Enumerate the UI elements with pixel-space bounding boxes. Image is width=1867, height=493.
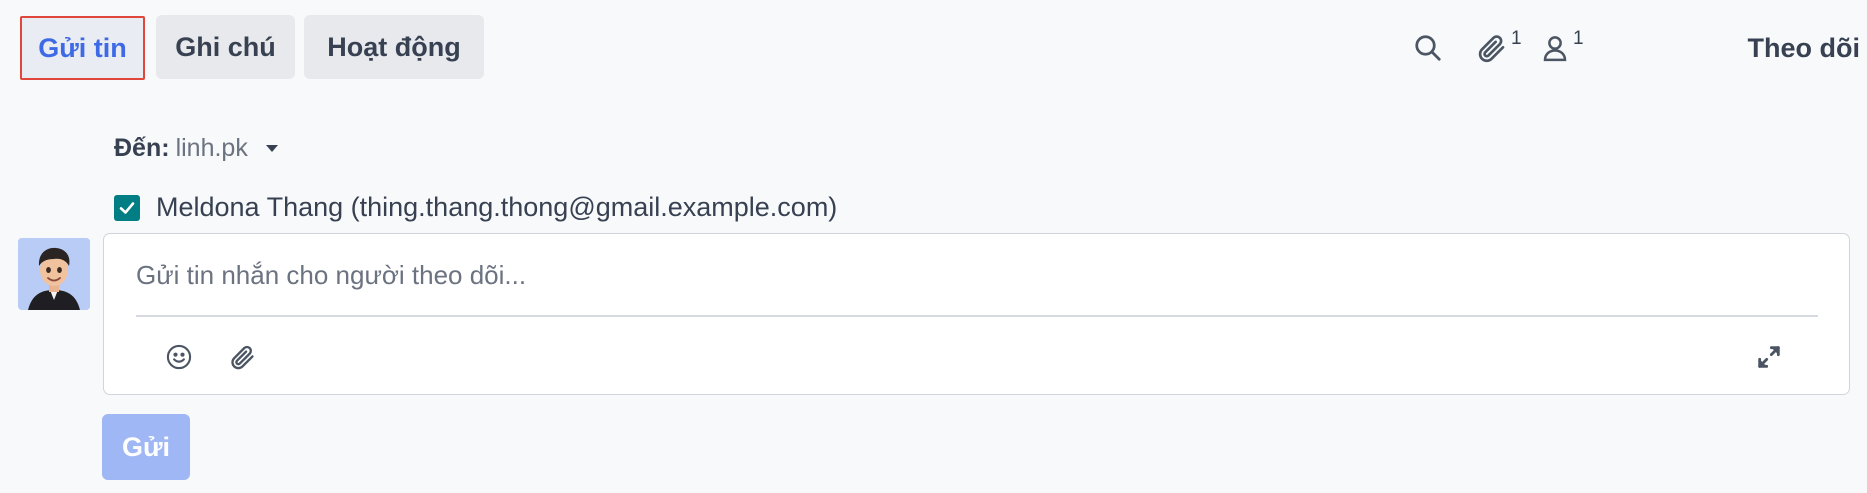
followers-count: 1 (1573, 28, 1584, 49)
checkmark-icon (119, 201, 135, 214)
recipient-checkbox[interactable] (114, 194, 140, 221)
to-label: Đến: (114, 134, 170, 162)
smile-icon[interactable] (162, 340, 196, 374)
paperclip-icon[interactable] (1473, 30, 1509, 66)
expand-icon[interactable] (1752, 340, 1786, 374)
paperclip-icon[interactable] (225, 340, 259, 374)
log-note-tab[interactable]: Ghi chú (156, 15, 295, 79)
to-value: linh.pk (175, 134, 248, 162)
caret-down-icon[interactable] (265, 145, 278, 152)
avatar (18, 238, 90, 310)
recipient-label: Meldona Thang (thing.thang.thong@gmail.e… (156, 192, 838, 222)
activities-tab[interactable]: Hoạt động (304, 15, 484, 79)
user-icon[interactable] (1537, 30, 1573, 66)
recipients-row: Đến: linh.pk (114, 134, 278, 163)
message-composer (103, 233, 1850, 395)
search-icon[interactable] (1410, 30, 1446, 66)
send-message-tab[interactable]: Gửi tin (20, 16, 145, 80)
suggested-recipient: Meldona Thang (thing.thang.thong@gmail.e… (114, 192, 837, 223)
attachments-count: 1 (1511, 28, 1522, 49)
follow-button[interactable]: Theo dõi (1720, 28, 1860, 68)
send-button[interactable]: Gửi (102, 414, 190, 480)
chatter-panel: Gửi tin Ghi chú Hoạt động 1 1 Theo dõi Đ… (0, 0, 1867, 493)
composer-divider (136, 315, 1818, 317)
message-input[interactable] (136, 252, 1816, 298)
